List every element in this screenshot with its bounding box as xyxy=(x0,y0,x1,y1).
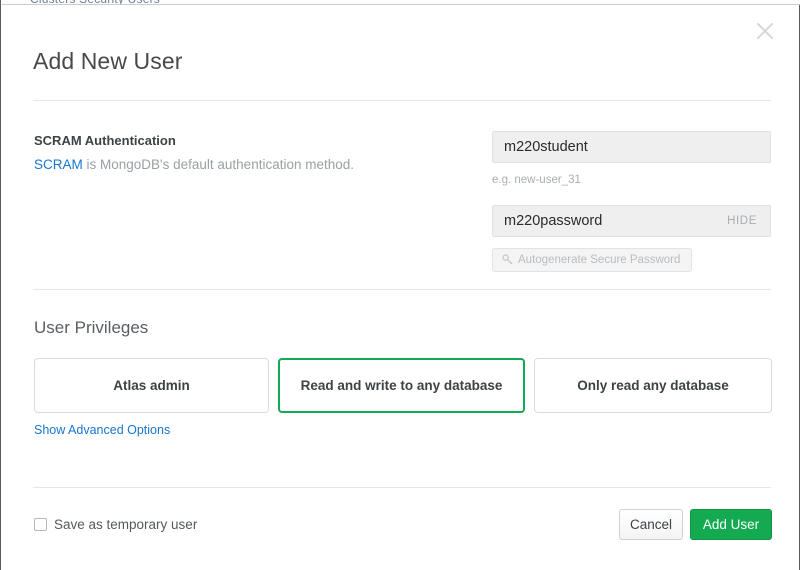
divider-footer xyxy=(33,487,771,488)
background-page-strip: Clusters Security Users xyxy=(2,0,800,5)
save-as-temporary-user-label: Save as temporary user xyxy=(54,517,198,532)
save-as-temporary-user-checkbox[interactable] xyxy=(34,518,47,531)
close-icon[interactable] xyxy=(755,21,775,41)
privilege-option-atlas-admin[interactable]: Atlas admin xyxy=(34,358,269,413)
add-new-user-modal: Add New User SCRAM Authentication SCRAM … xyxy=(3,6,795,568)
privilege-option-read-only[interactable]: Only read any database xyxy=(534,358,772,413)
scram-description-text: is MongoDB's default authentication meth… xyxy=(82,157,355,172)
scram-description: SCRAM is MongoDB's default authenticatio… xyxy=(34,157,354,172)
cancel-button[interactable]: Cancel xyxy=(619,509,683,540)
privilege-options-row: Atlas admin Read and write to any databa… xyxy=(34,358,772,413)
privilege-option-label: Atlas admin xyxy=(113,378,190,393)
add-user-button-label: Add User xyxy=(702,517,760,532)
password-input-value: m220password xyxy=(504,213,603,229)
username-hint: e.g. new-user_31 xyxy=(492,174,581,186)
background-nav-divider xyxy=(2,4,800,5)
password-input[interactable]: m220password HIDE xyxy=(492,205,771,237)
show-advanced-options-link[interactable]: Show Advanced Options xyxy=(34,423,170,437)
scram-heading: SCRAM Authentication xyxy=(34,133,176,148)
privilege-option-label: Only read any database xyxy=(577,378,729,393)
cancel-button-label: Cancel xyxy=(629,517,673,532)
password-hide-toggle[interactable]: HIDE xyxy=(727,206,757,236)
privilege-option-read-write[interactable]: Read and write to any database xyxy=(278,358,525,413)
username-input-value: m220student xyxy=(504,139,588,155)
page-title: Add New User xyxy=(33,48,183,74)
privilege-option-label: Read and write to any database xyxy=(300,378,503,393)
scram-link[interactable]: SCRAM xyxy=(34,157,83,172)
save-as-temporary-user-row[interactable]: Save as temporary user xyxy=(34,517,197,532)
username-input[interactable]: m220student xyxy=(492,131,771,163)
key-icon xyxy=(502,251,513,273)
user-privileges-title: User Privileges xyxy=(34,318,149,337)
autogenerate-password-label: Autogenerate Secure Password xyxy=(518,254,681,266)
divider-top xyxy=(33,100,771,101)
page-background: Clusters Security Users Add New User SCR… xyxy=(0,0,800,570)
add-user-button[interactable]: Add User xyxy=(690,509,772,540)
divider-middle xyxy=(33,289,771,290)
autogenerate-password-button[interactable]: Autogenerate Secure Password xyxy=(492,248,693,273)
